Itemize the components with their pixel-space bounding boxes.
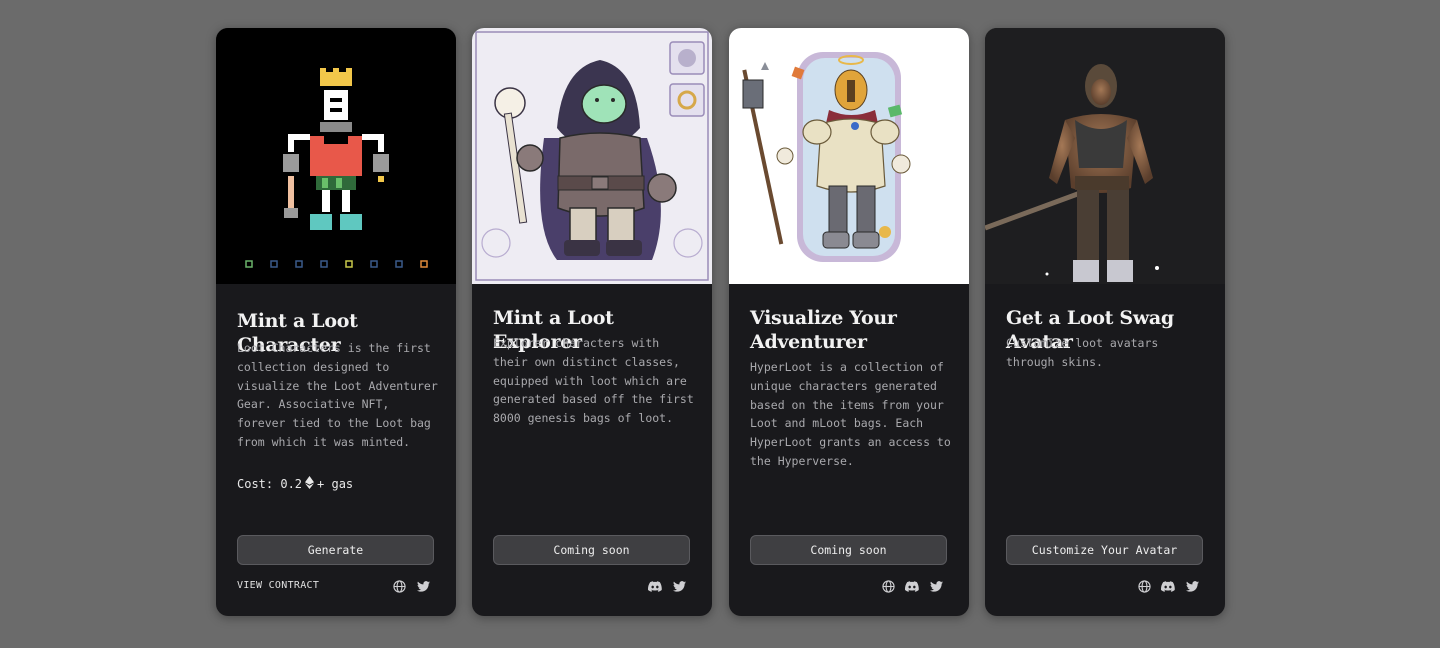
card-description: Loot Characters is the first collection … <box>237 341 438 449</box>
twitter-icon[interactable] <box>929 579 943 593</box>
card-description: HyperLoot is a collection of unique char… <box>750 360 951 468</box>
twitter-icon[interactable] <box>416 579 430 593</box>
card-title: Visualize Your Adventurer <box>750 307 897 353</box>
globe-icon[interactable] <box>1137 579 1151 593</box>
card-loot-character: Mint a Loot Character Loot Characters is… <box>216 28 456 616</box>
globe-icon[interactable] <box>881 579 895 593</box>
coming-soon-button[interactable]: Coming soon <box>750 535 947 565</box>
card-description: Customize loot avatars through skins. <box>1006 336 1159 369</box>
hyperloot-image <box>729 28 969 284</box>
globe-icon[interactable] <box>392 579 406 593</box>
ethereum-icon <box>305 476 315 492</box>
discord-icon[interactable] <box>905 579 919 593</box>
card-loot-explorer: Mint a Loot Explorer Explorer characters… <box>472 28 712 616</box>
social-links <box>881 579 943 593</box>
loot-explorer-image <box>472 28 712 284</box>
discord-icon[interactable] <box>648 579 662 593</box>
twitter-icon[interactable] <box>1185 579 1199 593</box>
loot-character-image <box>216 28 456 284</box>
cost-suffix: + gas <box>317 477 354 491</box>
twitter-icon[interactable] <box>672 579 686 593</box>
social-links <box>648 579 686 593</box>
discord-icon[interactable] <box>1161 579 1175 593</box>
customize-avatar-button[interactable]: Customize Your Avatar <box>1006 535 1203 565</box>
coming-soon-button[interactable]: Coming soon <box>493 535 690 565</box>
cost-label: Cost: 0.2 + gas <box>237 476 353 492</box>
card-hyperloot: Visualize Your Adventurer HyperLoot is a… <box>729 28 969 616</box>
social-links <box>1137 579 1199 593</box>
social-links <box>392 579 430 593</box>
swag-avatar-image <box>985 28 1225 284</box>
cost-prefix: Cost: 0.2 <box>237 477 303 491</box>
card-description: Explorer characters with their own disti… <box>493 336 694 426</box>
view-contract-link[interactable]: VIEW CONTRACT <box>237 580 319 591</box>
generate-button[interactable]: Generate <box>237 535 434 565</box>
card-swag-avatar: Get a Loot Swag Avatar Customize loot av… <box>985 28 1225 616</box>
